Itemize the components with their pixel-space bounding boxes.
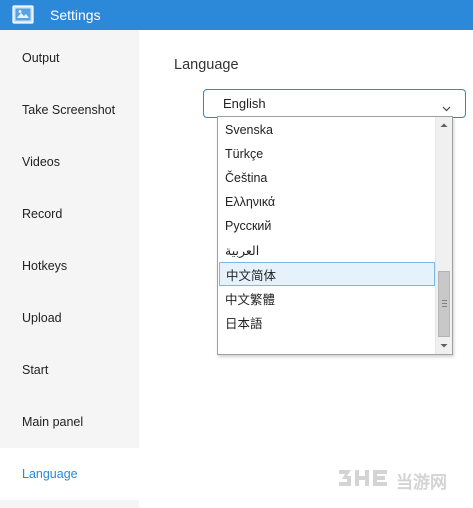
language-option-label: العربية [225,243,260,258]
language-option-russkiy[interactable]: Русский [219,214,435,238]
language-option-label: Ελληνικά [225,195,276,209]
scrollbar-thumb[interactable] [438,271,450,337]
section-title: Language [174,57,239,73]
title-bar: Settings [0,0,473,30]
watermark-text: 当游网 [396,473,447,492]
language-option-japanese[interactable]: 日本語 [219,310,435,334]
sidebar-item-label: Main panel [22,415,84,429]
sidebar-item-label: Start [22,363,49,377]
sidebar-item-start[interactable]: Start [0,344,139,396]
language-select-value: English [223,96,266,111]
sidebar-item-label: Output [22,51,60,65]
language-option-svenska[interactable]: Svenska [219,118,435,142]
language-option-cestina[interactable]: Čeština [219,166,435,190]
sidebar-item-take-screenshot[interactable]: Take Screenshot [0,84,139,136]
language-option-label: 中文简体 [226,268,277,283]
sidebar: Output Take Screenshot Videos Record Hot… [0,30,139,508]
sidebar-item-label: Language [22,467,78,481]
settings-app-icon [12,5,34,24]
language-option-label: Svenska [225,123,273,137]
sidebar-item-videos[interactable]: Videos [0,136,139,188]
sidebar-item-label: Upload [22,311,62,325]
language-option-label: Русский [225,219,272,233]
scroll-up-icon[interactable] [436,117,452,133]
window-title: Settings [50,7,101,23]
sidebar-item-record[interactable]: Record [0,188,139,240]
settings-window: Settings Output Take Screenshot Videos R… [0,0,473,508]
sidebar-item-main-panel[interactable]: Main panel [0,396,139,448]
chevron-down-icon [442,100,451,112]
watermark-logo-icon [339,470,387,486]
scroll-down-icon[interactable] [436,338,452,354]
language-select[interactable]: English [203,89,466,118]
watermark: 当游网 [337,466,462,492]
language-option-arabic[interactable]: العربية [219,238,435,262]
dropdown-scrollbar[interactable] [435,117,452,354]
language-option-chinese-traditional[interactable]: 中文繁體 [219,286,435,310]
sidebar-item-output[interactable]: Output [0,32,139,84]
sidebar-item-hotkeys[interactable]: Hotkeys [0,240,139,292]
language-option-label: Türkçe [225,147,264,161]
sidebar-item-label: Videos [22,155,60,169]
language-option-label: Čeština [225,171,268,185]
sidebar-item-label: Record [22,207,63,221]
language-option-label: 日本語 [225,316,263,331]
language-option-label: 中文繁體 [225,292,276,307]
language-dropdown-list[interactable]: Svenska Türkçe Čeština Ελληνικά Русский … [217,116,453,355]
sidebar-item-upload[interactable]: Upload [0,292,139,344]
language-option-chinese-simplified[interactable]: 中文简体 [219,262,435,286]
sidebar-item-language[interactable]: Language [0,448,139,500]
sidebar-item-label: Hotkeys [22,259,68,273]
sidebar-item-label: Take Screenshot [22,103,116,117]
language-option-ellinika[interactable]: Ελληνικά [219,190,435,214]
language-option-turkce[interactable]: Türkçe [219,142,435,166]
